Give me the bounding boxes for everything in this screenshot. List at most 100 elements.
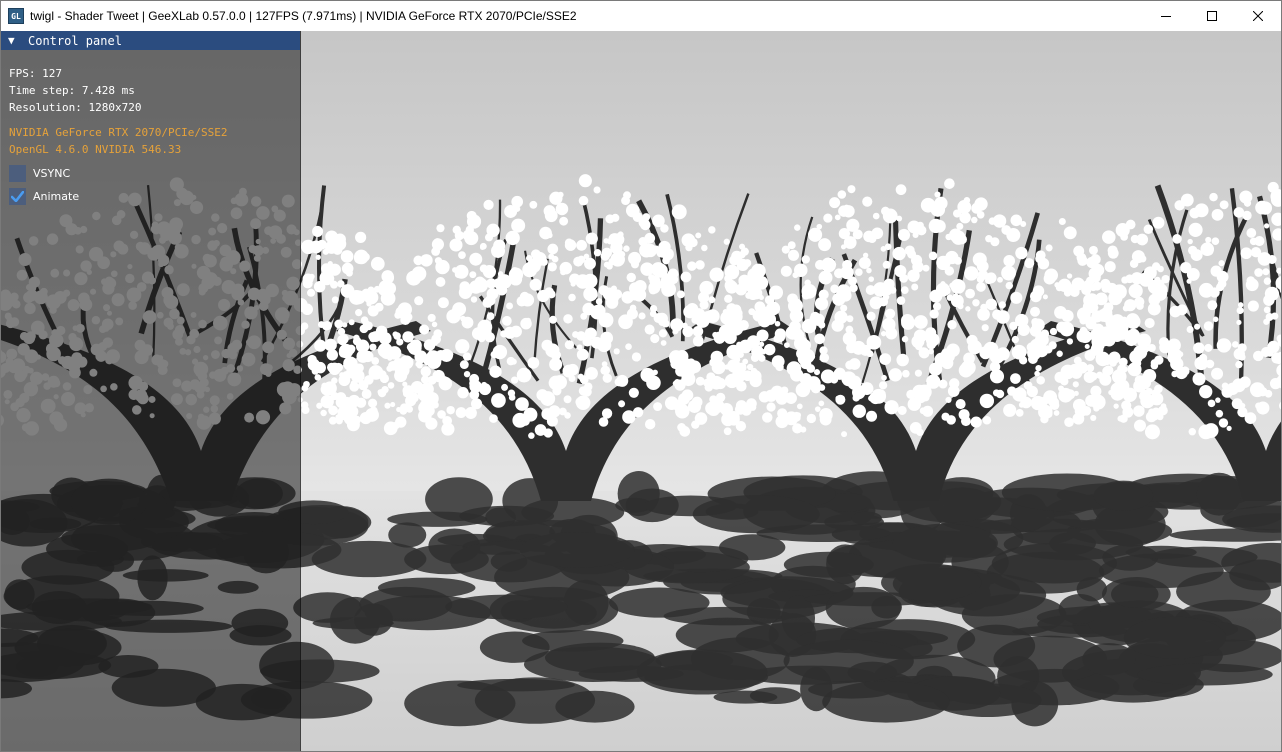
blossom	[402, 385, 415, 397]
blossom	[862, 196, 873, 207]
blossom	[368, 398, 378, 408]
blossom	[501, 316, 512, 326]
blossom	[355, 309, 363, 317]
blossom	[841, 431, 848, 438]
blossom	[1212, 316, 1219, 323]
blossom	[672, 328, 679, 335]
blossom	[605, 214, 615, 224]
blossom	[1015, 409, 1024, 417]
blossom	[855, 268, 863, 276]
blossom	[1144, 317, 1155, 329]
blossom	[972, 299, 980, 307]
blossom	[1152, 216, 1165, 229]
animate-label: Animate	[33, 190, 80, 203]
blossom	[383, 421, 398, 436]
blossom	[1239, 190, 1253, 204]
vsync-option[interactable]: VSYNC	[9, 162, 300, 185]
blossom	[976, 282, 986, 292]
blossom	[901, 335, 909, 343]
control-panel-header[interactable]: ▼ Control panel	[1, 31, 300, 50]
blossom	[547, 262, 557, 272]
blossom	[1236, 319, 1242, 326]
blossom	[582, 302, 595, 316]
blossom	[1065, 389, 1076, 400]
blossom	[1035, 364, 1042, 372]
blossom	[758, 354, 766, 362]
blossom	[1119, 414, 1128, 423]
close-button[interactable]	[1235, 1, 1281, 31]
maximize-button[interactable]	[1189, 1, 1235, 31]
blossom	[723, 238, 730, 245]
blossom	[902, 369, 910, 378]
shadow-blob	[387, 511, 488, 527]
window-controls	[1143, 1, 1281, 31]
blossom	[1192, 372, 1206, 386]
blossom	[916, 225, 927, 236]
shadow-blob	[1111, 580, 1159, 608]
blossom	[1142, 368, 1157, 383]
blossom	[1255, 200, 1269, 215]
blossom	[688, 360, 702, 374]
blossom	[910, 254, 923, 266]
animate-checkbox[interactable]	[9, 188, 26, 205]
blossom	[747, 288, 759, 301]
blossom	[945, 396, 952, 404]
blossom	[640, 367, 655, 383]
blossom	[1010, 373, 1021, 384]
blossom	[384, 402, 391, 409]
blossom	[1056, 350, 1063, 357]
blossom	[789, 368, 804, 382]
blossom	[916, 428, 924, 437]
blossom	[671, 204, 687, 220]
blossom	[570, 281, 576, 287]
blossom	[566, 363, 579, 376]
blossom	[623, 191, 631, 200]
collapse-triangle-icon[interactable]: ▼	[8, 31, 18, 50]
blossom	[792, 423, 803, 434]
blossom	[966, 334, 978, 346]
blossom	[601, 408, 613, 419]
blossom	[989, 369, 1005, 384]
blossom	[1207, 300, 1218, 311]
blossom	[632, 407, 644, 418]
blossom	[505, 230, 520, 246]
blossom	[928, 251, 938, 261]
title-bar[interactable]: GL twigl - Shader Tweet | GeeXLab 0.57.0…	[1, 1, 1281, 31]
blossom	[1073, 245, 1085, 257]
blossom	[600, 251, 610, 261]
blossom	[595, 298, 603, 305]
blossom	[457, 387, 469, 399]
blossom	[435, 277, 446, 287]
minimize-icon	[1161, 16, 1171, 17]
blossom	[1263, 223, 1270, 229]
blossom	[335, 417, 343, 425]
animate-option[interactable]: Animate	[9, 185, 300, 208]
blossom	[388, 360, 398, 371]
blossom	[525, 317, 532, 324]
blossom	[361, 252, 370, 262]
blossom	[1237, 302, 1244, 308]
blossom	[1018, 402, 1025, 408]
blossom	[1109, 359, 1117, 367]
blossom	[976, 210, 985, 219]
blossom	[318, 284, 325, 291]
blossom	[621, 291, 634, 304]
vsync-checkbox[interactable]	[9, 165, 26, 182]
blossom	[704, 383, 713, 392]
minimize-button[interactable]	[1143, 1, 1189, 31]
blossom	[1024, 258, 1035, 269]
blossom	[1026, 385, 1038, 398]
blossom	[806, 413, 817, 424]
blossom	[695, 376, 705, 386]
blossom	[470, 296, 478, 303]
blossom	[1238, 353, 1246, 361]
blossom	[1215, 409, 1224, 418]
blossom	[724, 279, 737, 292]
blossom	[1186, 325, 1194, 333]
blossom	[1128, 283, 1143, 299]
blossom	[1055, 284, 1063, 292]
blossom	[330, 391, 339, 401]
blossom	[1189, 269, 1198, 278]
blossom	[613, 348, 620, 355]
blossom	[819, 413, 832, 426]
